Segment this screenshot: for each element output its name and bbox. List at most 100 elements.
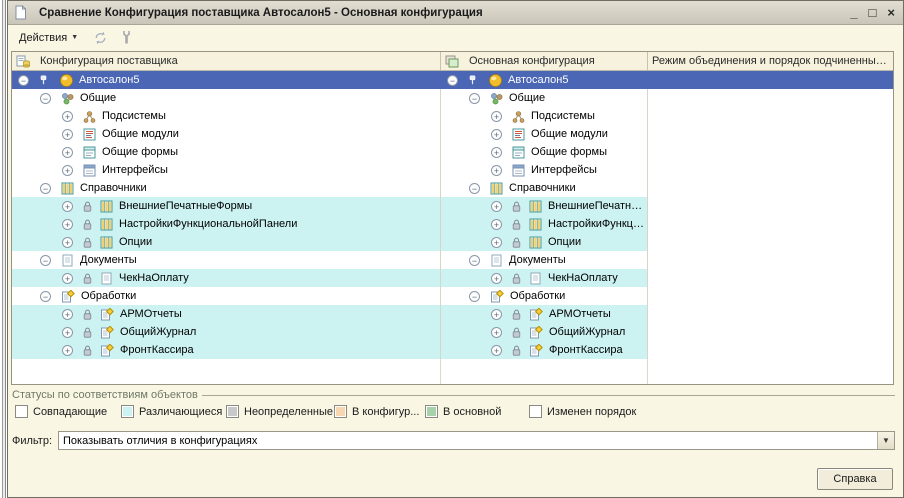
expand-toggle-icon[interactable]: + <box>491 309 502 320</box>
expand-toggle-icon[interactable]: + <box>491 237 502 248</box>
merge-mode-cell <box>648 107 893 125</box>
supplier-config-cell: + ОбщийЖурнал <box>12 323 441 341</box>
supplier-config-cell: − Справочники <box>12 179 441 197</box>
tree-row[interactable]: +ФронтКассира+ФронтКассира <box>12 341 893 359</box>
collapse-toggle-icon[interactable]: − <box>469 291 480 302</box>
expand-toggle-icon[interactable]: + <box>491 201 502 212</box>
tree-row[interactable]: −Документы−Документы <box>12 251 893 269</box>
tree-row[interactable]: +АРМОтчеты+АРМОтчеты <box>12 305 893 323</box>
merge-mode-cell <box>648 341 893 359</box>
expand-toggle-icon[interactable]: + <box>62 111 73 122</box>
collapse-toggle-icon[interactable]: − <box>40 93 51 104</box>
tree-row[interactable]: +Общие модули+Общие модули <box>12 125 893 143</box>
collapse-toggle-icon[interactable]: − <box>18 75 29 86</box>
collapse-toggle-icon[interactable]: − <box>40 291 51 302</box>
lock-icon <box>83 273 92 284</box>
tree-row[interactable]: − Автосалон5 − Автосалон5 <box>12 71 893 89</box>
filter-combobox[interactable]: Показывать отличия в конфигурациях ▼ <box>58 431 895 450</box>
expand-toggle-icon[interactable]: + <box>62 201 73 212</box>
object-name-label: ОбщийЖурнал <box>549 326 625 338</box>
expand-toggle-icon[interactable]: + <box>62 129 73 140</box>
expand-toggle-icon[interactable]: + <box>491 327 502 338</box>
expand-toggle-icon[interactable]: + <box>491 129 502 140</box>
collapse-toggle-icon[interactable]: − <box>447 75 458 86</box>
main-config-cell: +Подсистемы <box>441 107 648 125</box>
expand-toggle-icon[interactable]: + <box>491 273 502 284</box>
minimize-button[interactable]: _ <box>850 6 857 20</box>
object-name-label: Справочники <box>80 182 147 194</box>
tree-row[interactable]: −Обработки−Обработки <box>12 287 893 305</box>
expand-toggle-icon[interactable]: + <box>62 345 73 356</box>
main-config-cell: +Общие формы <box>441 143 648 161</box>
expand-toggle-icon[interactable]: + <box>62 309 73 320</box>
expand-toggle-icon[interactable]: + <box>491 345 502 356</box>
document-window-icon <box>14 5 27 20</box>
actions-menu-button[interactable]: Действия ▼ <box>16 30 81 46</box>
expand-toggle-icon[interactable]: + <box>62 327 73 338</box>
filter-value: Показывать отличия в конфигурациях <box>59 435 877 447</box>
expand-toggle-icon[interactable]: + <box>62 273 73 284</box>
column-header-main: Основная конфигурация <box>441 52 648 70</box>
expand-toggle-icon[interactable]: + <box>62 165 73 176</box>
expand-toggle-icon[interactable]: + <box>62 237 73 248</box>
object-name-label: Автосалон5 <box>508 74 568 86</box>
collapse-toggle-icon[interactable]: − <box>469 93 480 104</box>
groupbox-line <box>202 395 895 396</box>
merge-mode-cell <box>648 89 893 107</box>
object-name-label: ОбщийЖурнал <box>120 326 196 338</box>
supplier-config-cell: +ВнешниеПечатныеФормы <box>12 197 441 215</box>
legend-item-label: Различающиеся <box>139 406 222 418</box>
object-name-label: Справочники <box>509 182 576 194</box>
tree-row[interactable]: −Общие−Общие <box>12 89 893 107</box>
expand-toggle-icon[interactable]: + <box>491 147 502 158</box>
tree-row[interactable]: +Опции+Опции <box>12 233 893 251</box>
expand-toggle-icon[interactable]: + <box>491 111 502 122</box>
tree-row[interactable]: +ВнешниеПечатныеФормы+ВнешниеПечатныеФор… <box>12 197 893 215</box>
main-config-cell: +НастройкиФункциональнойПанели <box>441 215 648 233</box>
expand-toggle-icon[interactable]: + <box>62 147 73 158</box>
tree-row[interactable]: +Интерфейсы+Интерфейсы <box>12 161 893 179</box>
merge-mode-cell <box>648 71 893 89</box>
tree-row[interactable]: − Справочники − Справочники <box>12 179 893 197</box>
subsystems-icon <box>512 110 525 123</box>
window-controls: _ □ × <box>850 6 895 20</box>
toolbar: Действия ▼ <box>8 25 903 50</box>
merge-mode-cell <box>648 233 893 251</box>
legend-item-label: Изменен порядок <box>547 406 636 418</box>
tree-row[interactable]: +Подсистемы+Подсистемы <box>12 107 893 125</box>
collapse-toggle-icon[interactable]: − <box>469 255 480 266</box>
tree-row[interactable]: +ЧекНаОплату+ЧекНаОплату <box>12 269 893 287</box>
object-name-label: Автосалон5 <box>79 74 139 86</box>
column-header-supplier-label: Конфигурация поставщика <box>40 55 178 67</box>
legend-color-swatch <box>425 405 438 418</box>
combo-dropdown-button[interactable]: ▼ <box>877 432 894 449</box>
expand-toggle-icon[interactable]: + <box>62 219 73 230</box>
collapse-toggle-icon[interactable]: − <box>40 183 51 194</box>
main-config-cell: +Интерфейсы <box>441 161 648 179</box>
main-config-cell: +АРМОтчеты <box>441 305 648 323</box>
refresh-button[interactable] <box>93 31 108 45</box>
lock-icon <box>83 309 92 320</box>
settings-button[interactable] <box>120 30 133 45</box>
main-config-cell: +ФронтКассира <box>441 341 648 359</box>
tree-row[interactable]: + ОбщийЖурнал + ОбщийЖурнал <box>12 323 893 341</box>
lock-icon <box>512 309 521 320</box>
expand-toggle-icon[interactable]: + <box>491 165 502 176</box>
expand-toggle-icon[interactable]: + <box>491 219 502 230</box>
tree-row[interactable]: +Общие формы+Общие формы <box>12 143 893 161</box>
legend-color-swatch <box>15 405 28 418</box>
object-name-label: Общие модули <box>102 128 179 140</box>
main-config-icon <box>445 55 459 68</box>
maximize-button[interactable]: □ <box>869 6 877 20</box>
help-button[interactable]: Справка <box>817 468 893 490</box>
collapse-toggle-icon[interactable]: − <box>469 183 480 194</box>
catalog-icon <box>100 200 113 213</box>
tree-row[interactable]: +НастройкиФункциональнойПанели+Настройки… <box>12 215 893 233</box>
collapse-toggle-icon[interactable]: − <box>40 255 51 266</box>
status-legend-group: Статусы по соответствиям объектов Совпад… <box>12 389 895 427</box>
object-name-label: ЧекНаОплату <box>119 272 189 284</box>
object-name-label: АРМОтчеты <box>120 308 182 320</box>
close-button[interactable]: × <box>887 6 895 20</box>
comparison-tree: Конфигурация поставщика Основная конфигу… <box>11 51 894 385</box>
merge-mode-cell <box>648 305 893 323</box>
